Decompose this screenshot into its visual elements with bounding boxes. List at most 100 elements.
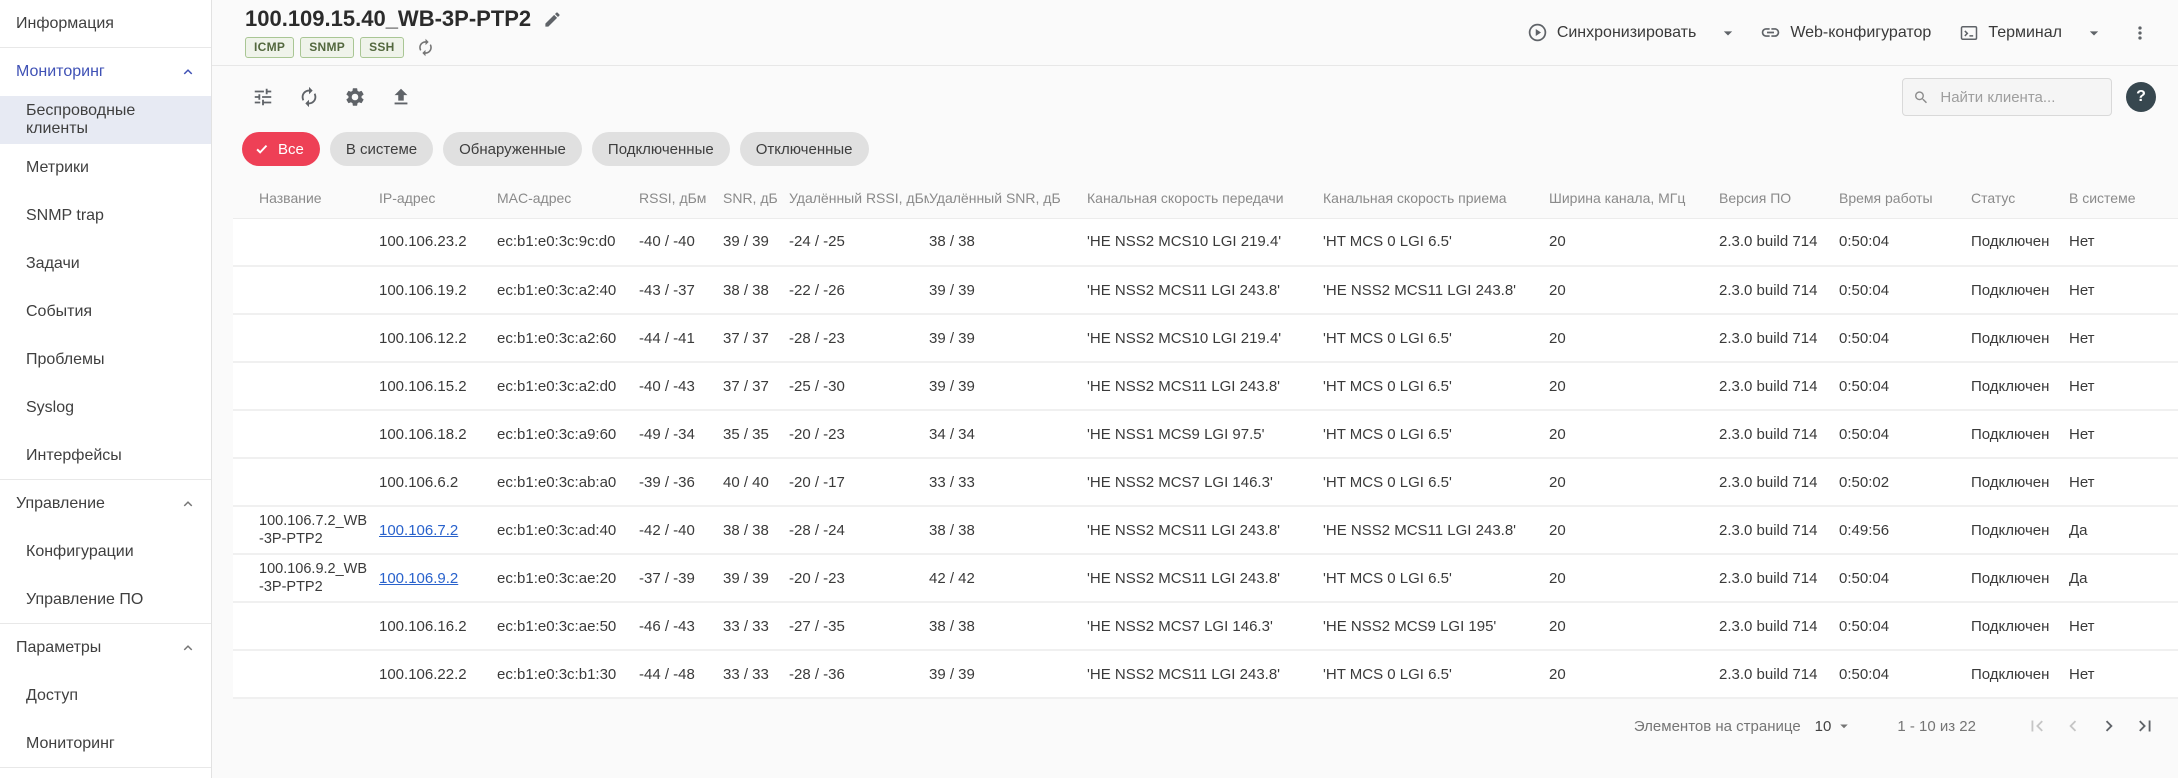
export-button[interactable] (390, 86, 412, 108)
chevron-up-icon (179, 495, 197, 513)
last-page-button[interactable] (2130, 711, 2160, 741)
sidebar-nav: ИнформацияМониторингБеспроводные клиенты… (0, 0, 211, 768)
sync-button[interactable]: Синхронизировать (1515, 13, 1709, 52)
prev-page-button[interactable] (2058, 711, 2088, 741)
sync-dropdown-button[interactable] (1712, 15, 1744, 51)
search-input[interactable] (1938, 88, 2101, 107)
per-page-select[interactable]: 10 (1815, 717, 1854, 735)
pager (2022, 711, 2160, 741)
cell-status: Подключен (1971, 362, 2069, 410)
clients-toolbar: ? (212, 66, 2178, 128)
sidebar-item-1[interactable]: Мониторинг (0, 48, 211, 96)
terminal-button[interactable]: Терминал (1947, 14, 2074, 52)
cell-fw: 2.3.0 build 714 (1719, 266, 1839, 314)
cell-in_system: Нет (2069, 410, 2178, 458)
help-button[interactable]: ? (2126, 82, 2156, 112)
table-header-row: НазваниеIP-адресMAC-адресRSSI, дБмSNR, д… (233, 178, 2178, 218)
filter-chip-4[interactable]: Отключенные (740, 132, 869, 166)
table-row[interactable]: 100.106.15.2ec:b1:e0:3c:a2:d0-40 / -4337… (233, 362, 2178, 410)
cell-mac: ec:b1:e0:3c:9c:d0 (497, 218, 639, 266)
sidebar-item-14[interactable]: Доступ (0, 672, 211, 720)
cell-r_snr: 39 / 39 (929, 362, 1087, 410)
sidebar-item-15[interactable]: Мониторинг (0, 720, 211, 768)
last-page-icon (2134, 715, 2156, 737)
sidebar-item-10[interactable]: Управление (0, 480, 211, 528)
cell-rssi: -46 / -43 (639, 602, 723, 650)
table-row[interactable]: 100.106.23.2ec:b1:e0:3c:9c:d0-40 / -4039… (233, 218, 2178, 266)
sync-button-label: Синхронизировать (1557, 24, 1697, 42)
table-row[interactable]: 100.106.19.2ec:b1:e0:3c:a2:40-43 / -3738… (233, 266, 2178, 314)
sidebar-item-label: SNMP trap (26, 207, 104, 225)
edit-title-button[interactable] (543, 10, 562, 29)
cell-name (233, 410, 379, 458)
check-icon (253, 140, 271, 158)
sidebar-item-3[interactable]: Метрики (0, 144, 211, 192)
cell-in_system: Нет (2069, 314, 2178, 362)
cell-mac: ec:b1:e0:3c:a2:40 (497, 266, 639, 314)
client-ip-link[interactable]: 100.106.9.2 (379, 570, 458, 587)
search-box[interactable] (1902, 78, 2112, 116)
cell-in_system: Нет (2069, 650, 2178, 698)
cell-snr: 33 / 33 (723, 602, 789, 650)
autorenew-icon (298, 86, 320, 108)
sidebar-item-7[interactable]: Проблемы (0, 336, 211, 384)
cell-ip: 100.106.9.2 (379, 554, 497, 602)
web-configurator-button[interactable]: Web-конфигуратор (1748, 13, 1943, 52)
more-menu-button[interactable] (2124, 15, 2156, 51)
table-row[interactable]: 100.106.12.2ec:b1:e0:3c:a2:60-44 / -4137… (233, 314, 2178, 362)
main-area: 100.109.15.40_WB-3P-PTP2 ICMPSNMPSSH Син… (212, 0, 2178, 778)
table-row[interactable]: 100.106.18.2ec:b1:e0:3c:a9:60-49 / -3435… (233, 410, 2178, 458)
refresh-status-button[interactable] (416, 38, 435, 57)
cell-tx: 'HE NSS2 MCS7 LGI 146.3' (1087, 602, 1323, 650)
sidebar-item-12[interactable]: Управление ПО (0, 576, 211, 624)
filter-chip-1[interactable]: В системе (330, 132, 433, 166)
per-page-label: Элементов на странице (1634, 718, 1801, 735)
cell-fw: 2.3.0 build 714 (1719, 602, 1839, 650)
cell-r_rssi: -28 / -36 (789, 650, 929, 698)
cell-status: Подключен (1971, 218, 2069, 266)
settings-button[interactable] (344, 86, 366, 108)
sidebar-item-label: Управление ПО (26, 591, 143, 609)
client-ip-link[interactable]: 100.106.7.2 (379, 522, 458, 539)
cell-mac: ec:b1:e0:3c:b1:30 (497, 650, 639, 698)
first-page-button[interactable] (2022, 711, 2052, 741)
sidebar-item-13[interactable]: Параметры (0, 624, 211, 672)
sidebar-item-0[interactable]: Информация (0, 0, 211, 48)
cell-snr: 35 / 35 (723, 410, 789, 458)
cell-name (233, 362, 379, 410)
cell-width: 20 (1549, 314, 1719, 362)
cell-r_snr: 42 / 42 (929, 554, 1087, 602)
next-page-button[interactable] (2094, 711, 2124, 741)
filter-chip-3[interactable]: Подключенные (592, 132, 730, 166)
cell-rx: 'HT MCS 0 LGI 6.5' (1323, 410, 1549, 458)
chevron-up-icon (179, 639, 197, 657)
filter-chip-label: Все (278, 141, 304, 158)
table-row[interactable]: 100.106.16.2ec:b1:e0:3c:ae:50-46 / -4333… (233, 602, 2178, 650)
table-row[interactable]: 100.106.6.2ec:b1:e0:3c:ab:a0-39 / -3640 … (233, 458, 2178, 506)
cell-fw: 2.3.0 build 714 (1719, 410, 1839, 458)
filter-chip-2[interactable]: Обнаруженные (443, 132, 582, 166)
sidebar-item-9[interactable]: Интерфейсы (0, 432, 211, 480)
terminal-dropdown-button[interactable] (2078, 15, 2110, 51)
filter-chip-label: Обнаруженные (459, 141, 566, 158)
cell-ip: 100.106.18.2 (379, 410, 497, 458)
app-window: ИнформацияМониторингБеспроводные клиенты… (0, 0, 2178, 778)
cell-r_snr: 38 / 38 (929, 506, 1087, 554)
cell-width: 20 (1549, 218, 1719, 266)
sidebar-item-4[interactable]: SNMP trap (0, 192, 211, 240)
sidebar-item-6[interactable]: События (0, 288, 211, 336)
cell-rssi: -39 / -36 (639, 458, 723, 506)
sidebar-item-5[interactable]: Задачи (0, 240, 211, 288)
kebab-menu-icon (2130, 23, 2150, 43)
table-row[interactable]: 100.106.22.2ec:b1:e0:3c:b1:30-44 / -4833… (233, 650, 2178, 698)
table-row[interactable]: 100.106.7.2_WB-3P-PTP2100.106.7.2ec:b1:e… (233, 506, 2178, 554)
sidebar-item-8[interactable]: Syslog (0, 384, 211, 432)
refresh-table-button[interactable] (298, 86, 320, 108)
device-header: 100.109.15.40_WB-3P-PTP2 ICMPSNMPSSH Син… (212, 0, 2178, 66)
sidebar-item-2[interactable]: Беспроводные клиенты (0, 96, 211, 144)
table-row[interactable]: 100.106.9.2_WB-3P-PTP2100.106.9.2ec:b1:e… (233, 554, 2178, 602)
sidebar-item-11[interactable]: Конфигурации (0, 528, 211, 576)
cell-status: Подключен (1971, 650, 2069, 698)
table-settings-button[interactable] (252, 86, 274, 108)
filter-chip-0[interactable]: Все (242, 132, 320, 166)
